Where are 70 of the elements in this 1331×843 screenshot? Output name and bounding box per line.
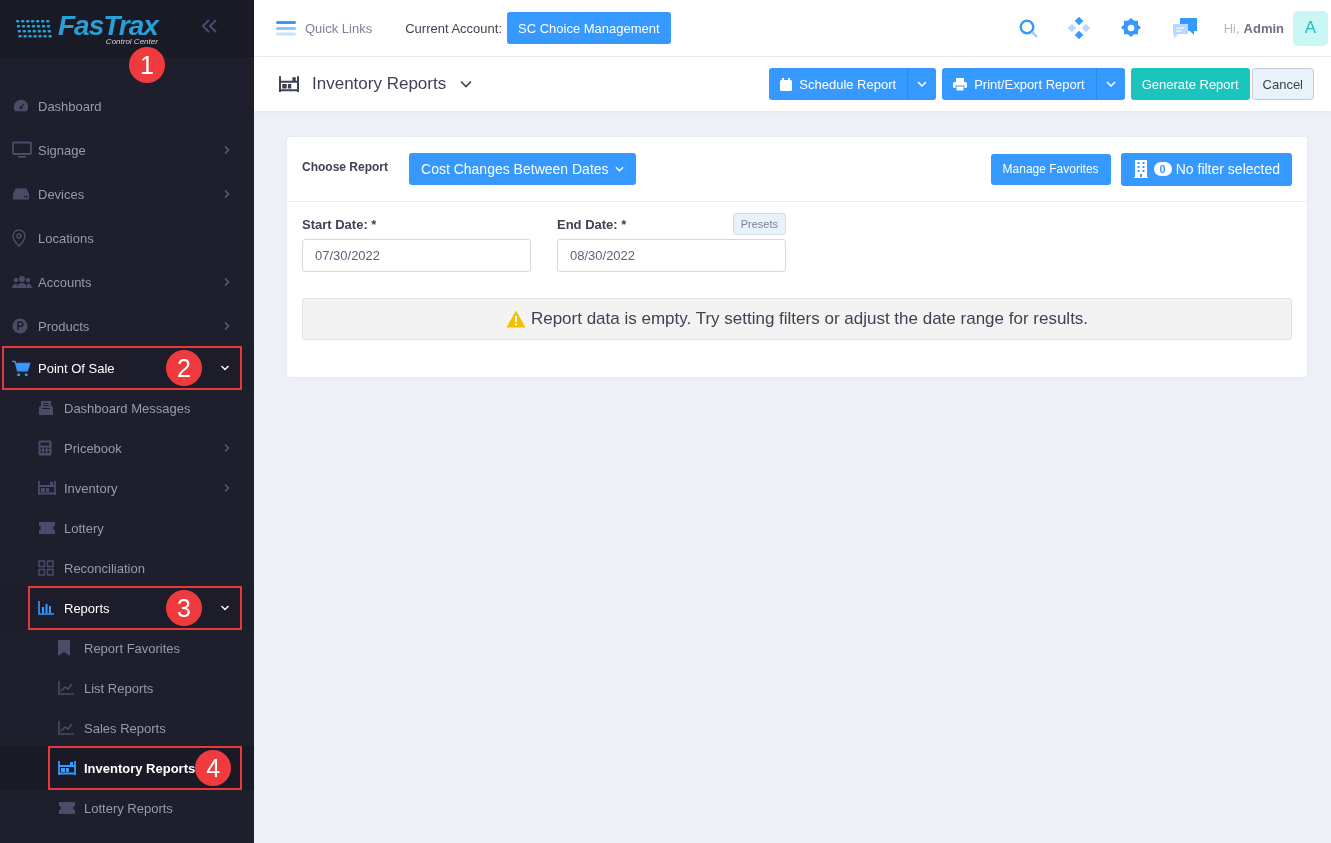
caret-icon xyxy=(614,166,624,172)
cart-icon xyxy=(12,359,31,377)
logo-text: FasTrax xyxy=(58,11,158,40)
search-icon[interactable] xyxy=(1018,18,1038,38)
shelf-icon xyxy=(58,760,76,776)
choose-report-label: Choose Report xyxy=(302,160,388,174)
callout-badge: 1 xyxy=(129,47,165,83)
sidebar-item[interactable]: Dashboard Messages xyxy=(0,388,254,428)
sidebar-item[interactable]: Signage xyxy=(0,128,254,172)
chat-icon[interactable] xyxy=(1171,17,1198,39)
start-date-label: Start Date: * xyxy=(302,216,377,232)
caret-icon xyxy=(917,81,928,87)
sidebar-item[interactable]: Reconciliation xyxy=(0,548,254,588)
bar-chart-icon xyxy=(38,601,54,615)
sidebar-item[interactable]: Products xyxy=(0,304,254,348)
presets-button[interactable]: Presets xyxy=(732,213,786,235)
chevron-down-icon[interactable] xyxy=(460,80,473,88)
inbox-icon xyxy=(38,400,54,416)
sidebar-item[interactable]: Inventory xyxy=(0,468,254,508)
grid-icon xyxy=(38,560,54,576)
dropdown-toggle-button[interactable] xyxy=(1095,68,1125,100)
end-date-field[interactable]: 08/30/2022 xyxy=(557,239,786,272)
warning-icon xyxy=(505,310,526,328)
line-chart-icon xyxy=(58,681,74,695)
empty-report-message: Report data is empty. Try setting filters or adjust the date range for results. xyxy=(530,309,1089,329)
account-label: Current Account: xyxy=(405,20,503,36)
logo-dots-icon xyxy=(16,17,54,40)
cancel-button[interactable]: Cancel xyxy=(1251,68,1314,100)
calendar-icon xyxy=(780,77,793,91)
quick-links-link[interactable]: Quick Links xyxy=(276,20,373,36)
building-icon xyxy=(1133,160,1148,178)
monitor-icon xyxy=(12,141,32,159)
ticket-icon xyxy=(38,521,56,535)
end-date-label: End Date: * xyxy=(557,216,627,232)
callout-badge: 3 xyxy=(166,590,202,626)
sidebar-item[interactable]: Accounts xyxy=(0,260,254,304)
bookmark-icon xyxy=(58,640,70,656)
drive-icon xyxy=(12,187,30,201)
p-coin-icon xyxy=(12,318,28,334)
callout-badge: 2 xyxy=(166,350,202,386)
printer-icon xyxy=(953,77,968,91)
sidebar-item[interactable]: Lottery xyxy=(0,508,254,548)
filter-count-badge: 0 xyxy=(1153,162,1172,176)
sidebar-item[interactable]: Lottery Reports xyxy=(0,788,254,828)
ticket-icon xyxy=(58,801,76,815)
sidebar-item[interactable]: List Reports xyxy=(0,668,254,708)
callout-badge: 4 xyxy=(195,750,232,786)
apps-icon[interactable] xyxy=(1067,17,1090,39)
page-title: Inventory Reports xyxy=(312,74,447,94)
menu-icon xyxy=(276,20,296,36)
sidebar-item[interactable]: Sales Reports xyxy=(0,708,254,748)
start-date-field[interactable]: 07/30/2022 xyxy=(302,239,531,272)
sidebar-item[interactable]: Report Favorites xyxy=(0,628,254,668)
sidebar-item[interactable]: Pricebook xyxy=(0,428,254,468)
sidebar-item[interactable]: Locations xyxy=(0,216,254,260)
sidebar-item[interactable]: Dashboard xyxy=(0,84,254,128)
people-icon xyxy=(12,275,32,289)
map-pin-icon xyxy=(12,229,26,247)
settings-icon[interactable] xyxy=(1119,17,1142,39)
calculator-icon xyxy=(38,440,52,456)
greeting-text: Hi, xyxy=(1223,20,1240,36)
user-name[interactable]: Admin xyxy=(1243,20,1284,36)
shelf-icon xyxy=(278,75,300,93)
dropdown-toggle-button[interactable] xyxy=(907,68,937,100)
logo-tagline: Control Center xyxy=(105,37,158,46)
caret-icon xyxy=(1105,81,1116,87)
shelf-icon xyxy=(38,480,56,496)
collapse-icon[interactable] xyxy=(201,19,219,33)
sidebar-item[interactable]: Devices xyxy=(0,172,254,216)
line-chart-icon xyxy=(58,721,74,735)
